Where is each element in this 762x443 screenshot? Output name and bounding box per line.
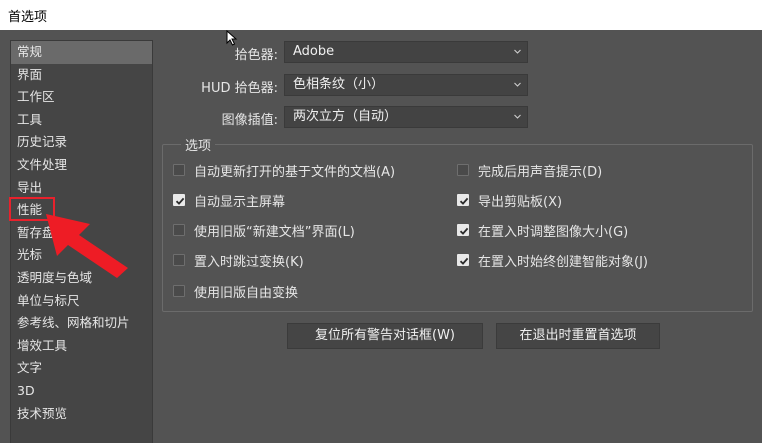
- check-icon: [459, 257, 469, 265]
- sidebar-item-history[interactable]: 历史记录: [11, 131, 152, 154]
- sidebar-item-technology-previews[interactable]: 技术预览: [11, 403, 152, 426]
- checkbox[interactable]: [173, 254, 185, 266]
- sidebar-item-tools[interactable]: 工具: [11, 109, 152, 132]
- sidebar-item-type[interactable]: 文字: [11, 357, 152, 380]
- chevron-down-icon: [514, 114, 521, 119]
- color-picker-select[interactable]: Adobe: [284, 41, 528, 63]
- checkbox[interactable]: [173, 164, 185, 176]
- checkbox[interactable]: [457, 164, 469, 176]
- color-picker-value: Adobe: [293, 44, 335, 59]
- image-interpolation-label: 图像插值:: [221, 113, 278, 128]
- checkbox[interactable]: [173, 224, 185, 236]
- sidebar-item-export[interactable]: 导出: [11, 177, 152, 200]
- sidebar-item-plugins[interactable]: 增效工具: [11, 335, 152, 358]
- check-icon: [175, 197, 185, 205]
- sidebar-item-general[interactable]: 常规: [11, 41, 152, 64]
- options-group-title: 选项: [181, 135, 216, 154]
- chevron-down-icon: [514, 49, 521, 54]
- color-picker-row: 拾色器:: [160, 41, 278, 65]
- hud-color-picker-row: HUD 拾色器:: [160, 74, 278, 98]
- checkbox[interactable]: [173, 285, 185, 297]
- checkbox-checked[interactable]: [457, 254, 469, 266]
- sidebar-item-workspace[interactable]: 工作区: [11, 86, 152, 109]
- hud-color-picker-select[interactable]: 色相条纹（小）: [284, 74, 528, 96]
- check-icon: [459, 227, 469, 235]
- sidebar-item-file-handling[interactable]: 文件处理: [11, 154, 152, 177]
- reset-preferences-on-quit-button[interactable]: 在退出时重置首选项: [496, 323, 660, 349]
- sidebar-item-guides-grid-slices[interactable]: 参考线、网格和切片: [11, 312, 152, 335]
- title-bar: 首选项: [0, 0, 762, 30]
- sidebar-item-interface[interactable]: 界面: [11, 64, 152, 87]
- reset-all-warnings-button[interactable]: 复位所有警告对话框(W): [287, 323, 483, 349]
- image-interpolation-select[interactable]: 两次立方（自动）: [284, 106, 528, 128]
- sidebar-item-units-rulers[interactable]: 单位与标尺: [11, 290, 152, 313]
- hud-color-picker-value: 色相条纹（小）: [293, 77, 385, 92]
- red-arrow-icon: [46, 214, 128, 278]
- sidebar-item-3d[interactable]: 3D: [11, 380, 152, 403]
- image-interpolation-value: 两次立方（自动）: [293, 109, 398, 124]
- check-icon: [459, 197, 469, 205]
- window-title: 首选项: [8, 10, 48, 25]
- color-picker-label: 拾色器:: [234, 48, 278, 63]
- checkbox-checked[interactable]: [457, 224, 469, 236]
- checkbox-checked[interactable]: [457, 194, 469, 206]
- image-interpolation-row: 图像插值:: [160, 106, 278, 130]
- chevron-down-icon: [514, 82, 521, 87]
- checkbox-checked[interactable]: [173, 194, 185, 206]
- hud-color-picker-label: HUD 拾色器:: [201, 81, 278, 96]
